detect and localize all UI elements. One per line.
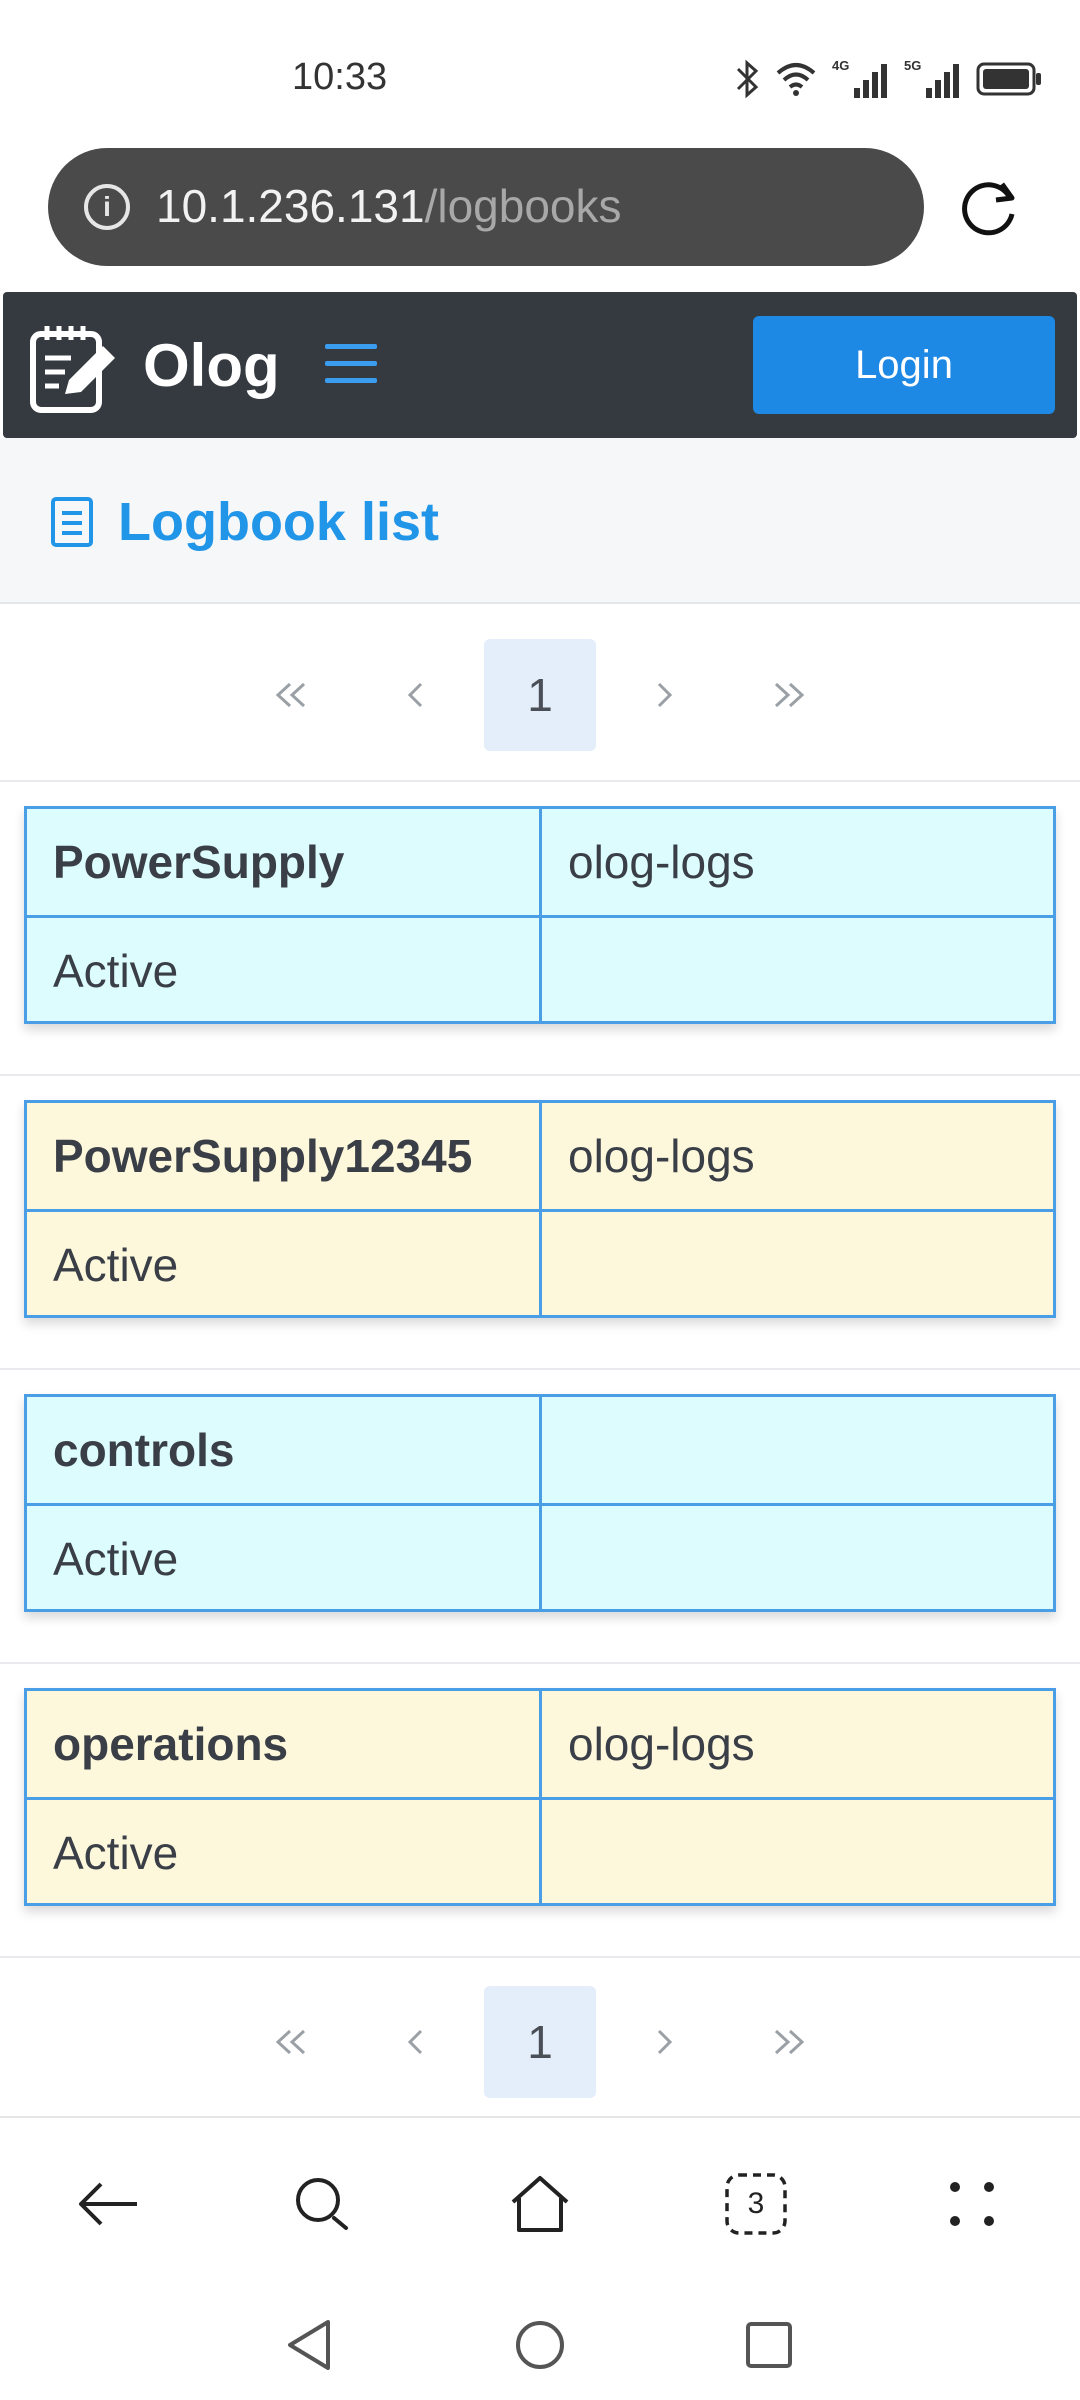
logbook-owner [539, 1397, 1053, 1503]
battery-icon [976, 62, 1041, 96]
tabs-icon[interactable]: 3 [716, 2164, 796, 2244]
next-page-icon[interactable] [608, 639, 720, 751]
reload-icon[interactable] [956, 174, 1022, 240]
logbook-state: Active [27, 1209, 539, 1315]
logbook-row: operations olog-logs Active [0, 1662, 1080, 1954]
hamburger-menu-icon[interactable] [325, 344, 377, 384]
network-5g-label: 5G [904, 58, 921, 73]
logbook-owner: olog-logs [539, 809, 1053, 915]
first-page-icon[interactable] [236, 639, 348, 751]
logbook-empty-cell [539, 1209, 1053, 1315]
logbook-row: controls Active [0, 1368, 1080, 1660]
home-icon[interactable] [500, 2164, 580, 2244]
logbook-empty-cell [539, 1503, 1053, 1609]
signal-4g-icon: 4G [832, 58, 887, 98]
status-bar: 10:33 4G 5G [0, 0, 1080, 140]
nav-recents-icon[interactable] [734, 2310, 804, 2380]
more-options-icon[interactable] [932, 2164, 1012, 2244]
pagination-bottom: 1 [0, 1956, 1080, 2126]
logbook-card[interactable]: PowerSupply12345 olog-logs Active [24, 1100, 1056, 1318]
back-arrow-icon[interactable] [68, 2164, 148, 2244]
page-1-button[interactable]: 1 [484, 1986, 596, 2098]
logbook-name[interactable]: controls [27, 1397, 539, 1503]
site-info-icon[interactable]: i [84, 184, 130, 230]
logbook-state: Active [27, 1503, 539, 1609]
status-time: 10:33 [292, 56, 388, 98]
logbook-card[interactable]: PowerSupply olog-logs Active [24, 806, 1056, 1024]
last-page-icon[interactable] [732, 1986, 844, 2098]
status-icons: 4G 5G [734, 58, 1042, 100]
address-bar[interactable]: i 10.1.236.131/logbooks [48, 148, 924, 266]
nav-back-icon[interactable] [274, 2310, 344, 2380]
previous-page-icon[interactable] [360, 1986, 472, 2098]
url-path: /logbooks [424, 180, 622, 232]
logbook-name[interactable]: PowerSupply12345 [27, 1103, 539, 1209]
logbook-name[interactable]: operations [27, 1691, 539, 1797]
system-nav-bar [0, 2288, 1080, 2400]
logbook-empty-cell [539, 1797, 1053, 1903]
network-4g-label: 4G [832, 58, 849, 73]
signal-5g-icon: 5G [904, 58, 959, 98]
logbook-state: Active [27, 1797, 539, 1903]
tabs-count: 3 [747, 2187, 765, 2220]
next-page-icon[interactable] [608, 1986, 720, 2098]
logbook-empty-cell [539, 915, 1053, 1021]
search-icon[interactable] [282, 2164, 362, 2244]
logbook-row: PowerSupply olog-logs Active [0, 780, 1080, 1072]
logbook-card[interactable]: operations olog-logs Active [24, 1688, 1056, 1906]
page-1-button[interactable]: 1 [484, 639, 596, 751]
nav-home-icon[interactable] [505, 2310, 575, 2380]
logbook-name[interactable]: PowerSupply [27, 809, 539, 915]
logbook-state: Active [27, 915, 539, 1021]
list-document-icon [51, 497, 93, 547]
notepad-pen-icon[interactable] [25, 320, 121, 416]
url-host: 10.1.236.131 [156, 180, 425, 232]
logbook-owner: olog-logs [539, 1103, 1053, 1209]
navbar: Olog Login [3, 292, 1077, 438]
logbook-row: PowerSupply12345 olog-logs Active [0, 1074, 1080, 1366]
wifi-icon [776, 63, 816, 96]
brand-name[interactable]: Olog [143, 330, 280, 402]
url-text[interactable]: 10.1.236.131/logbooks [156, 176, 622, 236]
page-header: Logbook list [0, 438, 1080, 604]
logbook-owner: olog-logs [539, 1691, 1053, 1797]
previous-page-icon[interactable] [360, 639, 472, 751]
logbook-card[interactable]: controls Active [24, 1394, 1056, 1612]
pagination-top: 1 [0, 610, 1080, 780]
browser-toolbar: 3 [0, 2116, 1080, 2288]
login-button[interactable]: Login [753, 316, 1055, 414]
page-title: Logbook list [118, 492, 439, 552]
bluetooth-icon [736, 59, 759, 99]
last-page-icon[interactable] [732, 639, 844, 751]
first-page-icon[interactable] [236, 1986, 348, 2098]
